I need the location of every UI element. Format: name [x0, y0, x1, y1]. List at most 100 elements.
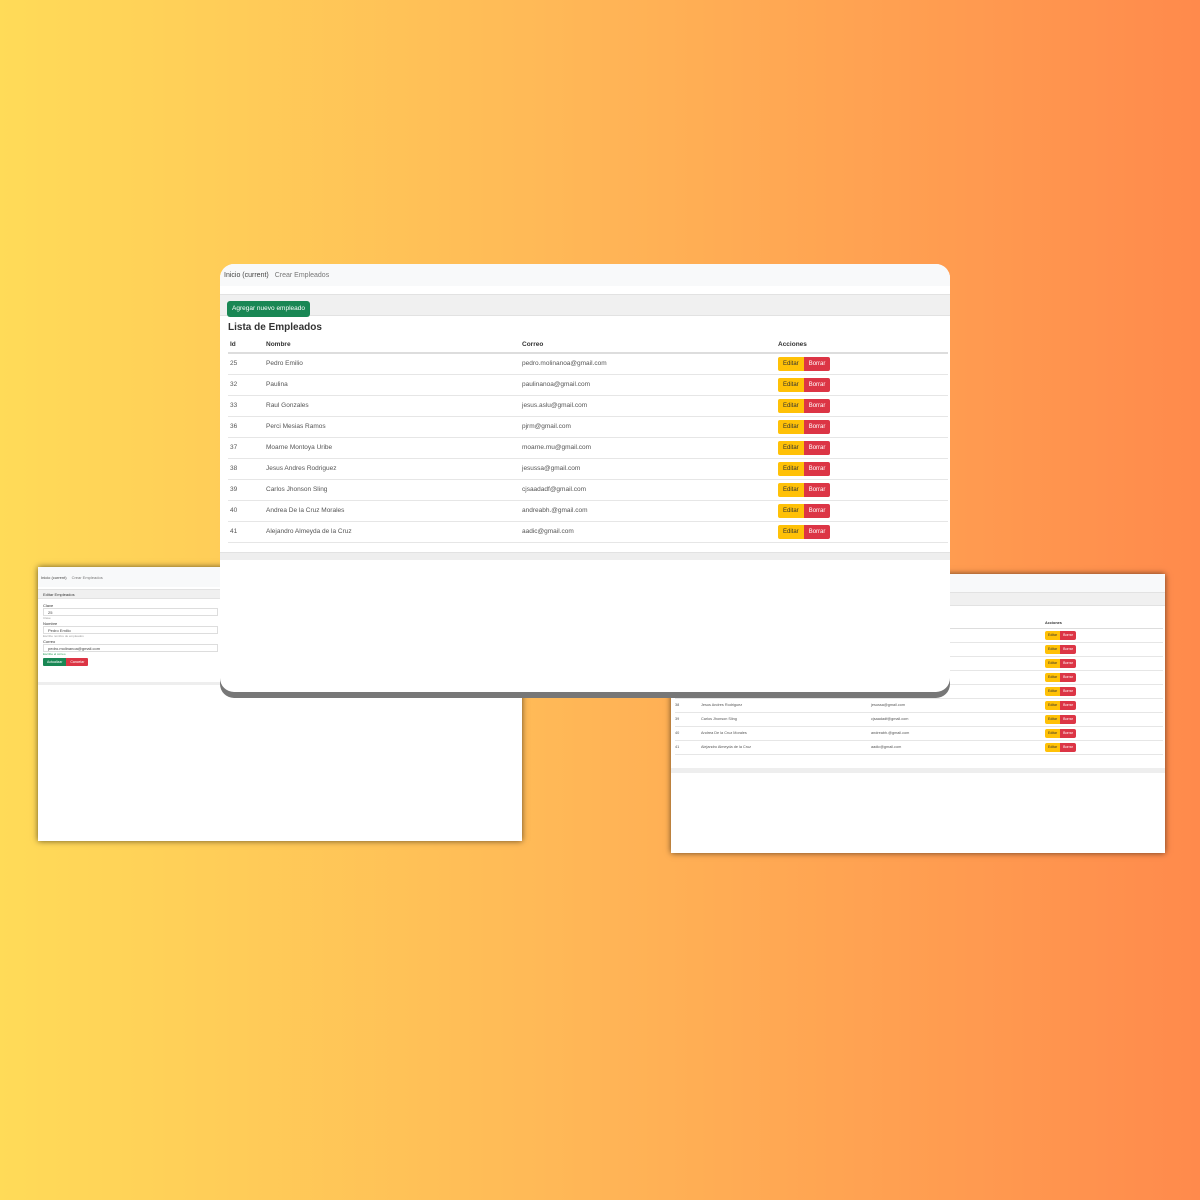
column-header-nombre: Nombre [266, 337, 522, 354]
table-row: 25 Pedro Emilio pedro.molinanoa@gmail.com E… [228, 353, 948, 375]
row-correo: aadic@gmail.com [522, 521, 778, 543]
table-row: 41 Alejandro Almeyda de la Cruz aadic@gmai… [228, 521, 948, 543]
clave-field[interactable]: 25 [43, 608, 218, 616]
edit-button[interactable]: Editar [1045, 658, 1061, 668]
nav-home-link[interactable]: Inicio (current) [224, 272, 269, 279]
table-row: 33 Raul Gonzales jesus.aslu@gmail.com Edita… [228, 395, 948, 417]
row-correo: pedro.molinanoa@gmail.com [522, 353, 778, 375]
column-header-acciones: Acciones [778, 337, 948, 354]
row-correo: andreabh.@gmail.com [871, 726, 1045, 741]
edit-button[interactable]: Editar [1045, 728, 1061, 738]
row-id: 40 [675, 726, 701, 741]
row-nombre: Raul Gonzales [266, 395, 522, 417]
row-nombre: Moarne Montoya Uribe [266, 437, 522, 459]
delete-button[interactable]: Borrar [803, 356, 831, 371]
edit-button[interactable]: Editar [1045, 672, 1061, 682]
row-correo: pjrm@gmail.com [522, 416, 778, 438]
nav-home-link[interactable]: Inicio (current) [41, 575, 67, 580]
row-id: 33 [228, 395, 266, 417]
table-row: 32 Paulina paulinanoa@gmail.com Editar Borra… [228, 374, 948, 396]
table-row: 40 Andrea De la Cruz Morales andreabh.@gma… [228, 500, 948, 522]
cancel-button[interactable]: Cancelar [66, 658, 89, 666]
edit-button[interactable]: Editar [1045, 714, 1061, 724]
delete-button[interactable]: Borrar [803, 440, 831, 455]
column-header-acciones: Acciones [1045, 618, 1163, 629]
column-header-id: Id [228, 337, 266, 354]
row-correo: cjsaadadf@gmail.com [522, 479, 778, 501]
row-correo: paulinanoa@gmail.com [522, 374, 778, 396]
delete-button[interactable]: Borrar [1060, 728, 1076, 738]
row-id: 41 [228, 521, 266, 543]
correo-field[interactable]: pedro.molinanoa@gmail.com [43, 644, 218, 652]
table-row: 39 Carlos Jhonson Sling cjsaadadf@gmail.co… [228, 479, 948, 501]
row-nombre: Andrea De la Cruz Morales [701, 726, 871, 741]
employee-list-window: Inicio (current) Crear Empleados Agregar… [220, 264, 950, 692]
edit-button[interactable]: Editar [1045, 644, 1061, 654]
row-id: 37 [228, 437, 266, 459]
edit-button[interactable]: Editar [1045, 686, 1061, 696]
row-id: 40 [228, 500, 266, 522]
row-correo: cjsaadadf@gmail.com [871, 712, 1045, 727]
row-nombre: Andrea De la Cruz Morales [266, 500, 522, 522]
delete-button[interactable]: Borrar [803, 398, 831, 413]
page-title: Lista de Empleados [228, 322, 322, 333]
edit-button[interactable]: Editar [778, 398, 804, 413]
row-nombre: Perci Mesias Ramos [266, 416, 522, 438]
delete-button[interactable]: Borrar [803, 524, 831, 539]
edit-button[interactable]: Editar [778, 419, 804, 434]
row-id: 38 [228, 458, 266, 480]
table-row: 38 Jesus Andres Rodriguez jesussa@gmail.co… [228, 458, 948, 480]
delete-button[interactable]: Borrar [1060, 658, 1076, 668]
table-row: 37 Moarne Montoya Uribe moarne.mu@gmail.co… [228, 437, 948, 459]
row-nombre: Alejandro Almeyda de la Cruz [701, 740, 871, 755]
divider [220, 552, 950, 560]
delete-button[interactable]: Borrar [1060, 644, 1076, 654]
edit-button[interactable]: Editar [778, 524, 804, 539]
nav-create-link[interactable]: Crear Empleados [275, 272, 329, 279]
delete-button[interactable]: Borrar [803, 377, 831, 392]
row-id: 25 [228, 353, 266, 375]
edit-button[interactable]: Editar [1045, 700, 1061, 710]
navbar: Inicio (current) Crear Empleados [220, 264, 950, 286]
row-id: 39 [228, 479, 266, 501]
delete-button[interactable]: Borrar [803, 482, 831, 497]
row-nombre: Alejandro Almeyda de la Cruz [266, 521, 522, 543]
row-id: 39 [675, 712, 701, 727]
toolbar: Agregar nuevo empleado [220, 294, 950, 317]
employee-table: Id Nombre Correo Acciones 25 Pedro Emilio… [228, 337, 948, 543]
table-row: 41 Alejandro Almeyda de la Cruz aadic@gm… [675, 740, 1163, 755]
row-nombre: Carlos Jhonson Sling [701, 712, 871, 727]
nombre-field[interactable]: Pedro Emilio [43, 626, 218, 634]
row-nombre: Jesus Andres Rodriguez [266, 458, 522, 480]
delete-button[interactable]: Borrar [803, 419, 831, 434]
delete-button[interactable]: Borrar [803, 461, 831, 476]
edit-button[interactable]: Editar [778, 440, 804, 455]
update-button[interactable]: Actualizar [43, 658, 67, 666]
row-correo: andreabh.@gmail.com [522, 500, 778, 522]
nav-create-link[interactable]: Crear Empleados [72, 575, 103, 580]
edit-button[interactable]: Editar [778, 482, 804, 497]
edit-button[interactable]: Editar [778, 461, 804, 476]
edit-button[interactable]: Editar [778, 377, 804, 392]
row-id: 32 [228, 374, 266, 396]
row-correo: aadic@gmail.com [871, 740, 1045, 755]
edit-button[interactable]: Editar [778, 503, 804, 518]
row-correo: moarne.mu@gmail.com [522, 437, 778, 459]
column-header-correo: Correo [522, 337, 778, 354]
delete-button[interactable]: Borrar [1060, 714, 1076, 724]
add-employee-button[interactable]: Agregar nuevo empleado [227, 300, 310, 317]
row-correo: jesussa@gmail.com [522, 458, 778, 480]
edit-button[interactable]: Editar [778, 356, 804, 371]
row-nombre: Pedro Emilio [266, 353, 522, 375]
delete-button[interactable]: Borrar [1060, 630, 1076, 640]
row-id: 38 [675, 698, 701, 713]
delete-button[interactable]: Borrar [1060, 742, 1076, 752]
edit-button[interactable]: Editar [1045, 742, 1061, 752]
row-correo: jesus.aslu@gmail.com [522, 395, 778, 417]
delete-button[interactable]: Borrar [1060, 700, 1076, 710]
divider [671, 768, 1165, 773]
delete-button[interactable]: Borrar [1060, 686, 1076, 696]
delete-button[interactable]: Borrar [803, 503, 831, 518]
edit-button[interactable]: Editar [1045, 630, 1061, 640]
delete-button[interactable]: Borrar [1060, 672, 1076, 682]
